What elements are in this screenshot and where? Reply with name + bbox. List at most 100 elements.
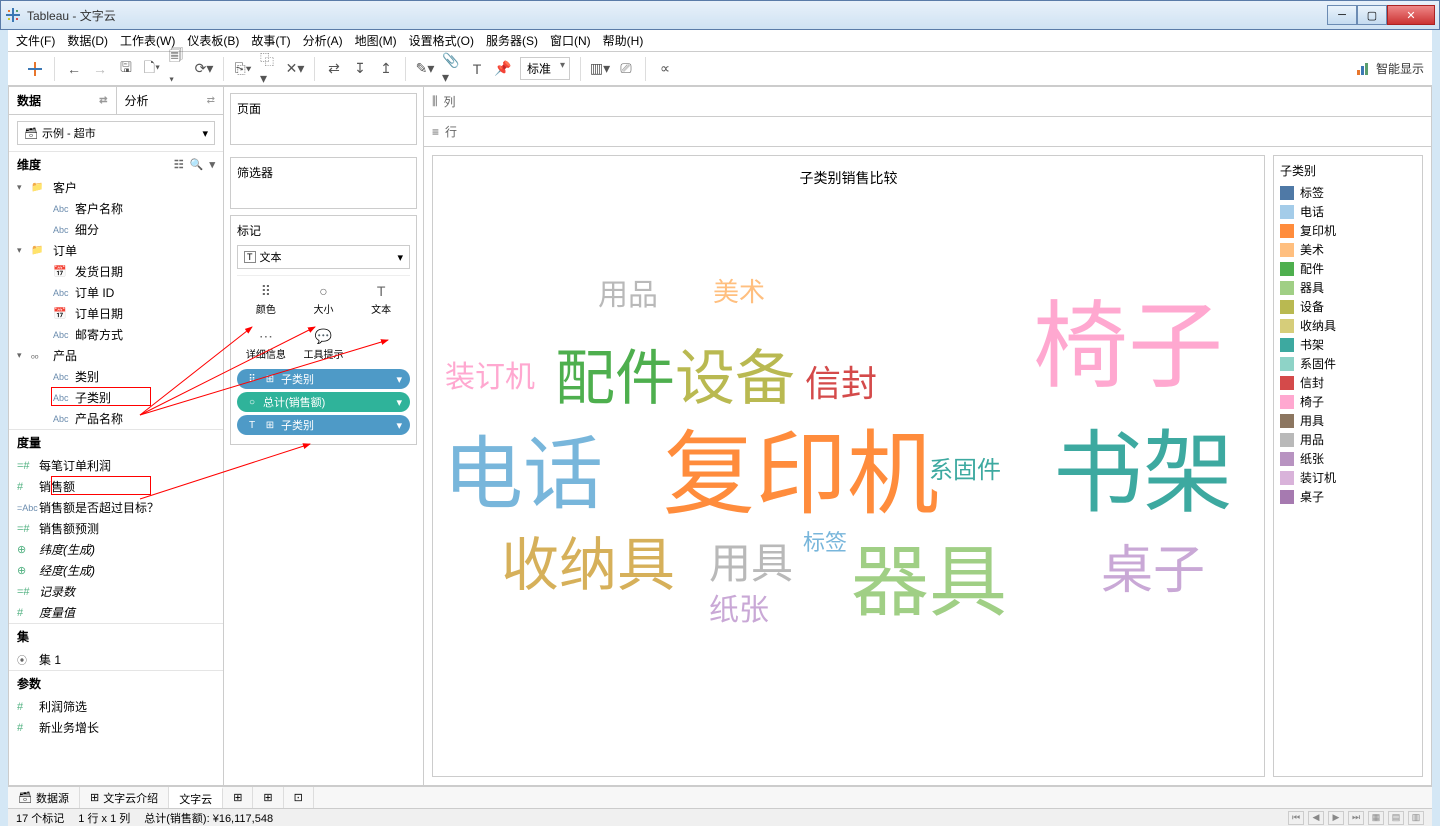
nav-next-icon[interactable]: ▶ [1328, 811, 1344, 825]
field-item[interactable]: #度量值 [9, 602, 223, 623]
menu-item[interactable]: 设置格式(O) [409, 32, 474, 49]
columns-shelf[interactable]: ⫼列 [424, 87, 1431, 117]
datasource-selector[interactable]: 🗃 示例 - 超市 [17, 121, 215, 145]
undo-icon[interactable]: ← [65, 60, 83, 78]
presentation-icon[interactable]: ⎚ [617, 60, 635, 78]
field-item[interactable]: Abc邮寄方式 [9, 324, 223, 345]
close-button[interactable]: ✕ [1387, 5, 1435, 25]
marks-pill[interactable]: ⠿⊞子类别▾ [237, 369, 410, 389]
menu-item[interactable]: 服务器(S) [486, 32, 538, 49]
field-item[interactable]: ⦿集 1 [9, 649, 223, 670]
group-icon[interactable]: 📎▾ [442, 60, 460, 78]
sheet-tab[interactable]: 文字云 [169, 787, 223, 808]
show-cards-icon[interactable]: ▥▾ [591, 60, 609, 78]
word[interactable]: 纸张 [709, 585, 769, 629]
field-item[interactable]: 📅发货日期 [9, 261, 223, 282]
nav-prev-icon[interactable]: ◀ [1308, 811, 1324, 825]
word[interactable]: 用具 [709, 530, 793, 591]
legend-item[interactable]: 系固件 [1280, 354, 1416, 373]
swap-icon[interactable]: ⇄ [325, 60, 343, 78]
menu-item[interactable]: 窗口(N) [550, 32, 591, 49]
legend-item[interactable]: 电话 [1280, 202, 1416, 221]
menu-item[interactable]: 工作表(W) [120, 32, 175, 49]
refresh-icon[interactable]: ⟳▾ [195, 60, 213, 78]
mark-type-selector[interactable]: T 文本 [237, 245, 410, 269]
share-icon[interactable]: ∝ [656, 60, 674, 78]
field-item[interactable]: #销售额 [9, 476, 223, 497]
menu-item[interactable]: 故事(T) [251, 32, 290, 49]
field-item[interactable]: Abc子类别 [9, 387, 223, 408]
field-item[interactable]: Abc类别 [9, 366, 223, 387]
field-item[interactable]: ▾📁客户 [9, 177, 223, 198]
legend-item[interactable]: 收纳具 [1280, 316, 1416, 335]
marks-pill[interactable]: T⊞子类别▾ [237, 415, 410, 435]
field-item[interactable]: ⊕纬度(生成) [9, 539, 223, 560]
legend-item[interactable]: 用具 [1280, 411, 1416, 430]
filters-shelf[interactable]: 筛选器 [230, 157, 417, 209]
sheet-tab[interactable]: ⊞文字云介绍 [80, 787, 169, 808]
legend-item[interactable]: 信封 [1280, 373, 1416, 392]
legend-item[interactable]: 桌子 [1280, 487, 1416, 506]
clear-icon[interactable]: ✕▾ [286, 60, 304, 78]
word[interactable]: 椅子 [1033, 270, 1223, 407]
legend-item[interactable]: 椅子 [1280, 392, 1416, 411]
marks-pill[interactable]: ○总计(销售额)▾ [237, 392, 410, 412]
field-item[interactable]: #利润筛选 [9, 696, 223, 717]
menu-icon[interactable]: ▾ [209, 158, 215, 171]
view-icon[interactable]: ☷ [174, 158, 184, 171]
menu-item[interactable]: 地图(M) [355, 32, 397, 49]
field-item[interactable]: 📅订单日期 [9, 303, 223, 324]
new-datasource-icon[interactable]: 🗋▾ [143, 60, 161, 78]
field-item[interactable]: ⊕经度(生成) [9, 560, 223, 581]
word[interactable]: 电话 [443, 410, 603, 526]
view-filmstrip-icon[interactable]: ▦ [1368, 811, 1384, 825]
sort-asc-icon[interactable]: ↧ [351, 60, 369, 78]
new-dashboard-tab[interactable]: ⊞ [253, 787, 283, 808]
legend-item[interactable]: 书架 [1280, 335, 1416, 354]
marks-详细信息[interactable]: ⋯详细信息 [237, 321, 295, 366]
legend-item[interactable]: 美术 [1280, 240, 1416, 259]
duplicate-icon[interactable]: ⿻▾ [260, 60, 278, 78]
fit-dropdown[interactable]: 标准 [520, 57, 570, 80]
word[interactable]: 复印机 [663, 400, 939, 533]
view-tabs-icon[interactable]: ▤ [1388, 811, 1404, 825]
word[interactable]: 美术 [713, 272, 765, 309]
nav-last-icon[interactable]: ⏭ [1348, 811, 1364, 825]
viz-title[interactable]: 子类别销售比较 [433, 156, 1264, 200]
field-item[interactable]: Abc订单 ID [9, 282, 223, 303]
search-icon[interactable]: 🔍 [190, 158, 204, 171]
tableau-logo-icon[interactable] [26, 60, 44, 78]
word[interactable]: 器具 [851, 520, 1007, 632]
field-item[interactable]: Abc客户名称 [9, 198, 223, 219]
save-icon[interactable]: 🖫 [117, 60, 135, 78]
word[interactable]: 桌子 [1101, 528, 1205, 603]
field-item[interactable]: ▾ₒₒ产品 [9, 345, 223, 366]
menu-item[interactable]: 帮助(H) [603, 32, 644, 49]
datasource-tab[interactable]: 🗃数据源 [8, 787, 80, 808]
legend-item[interactable]: 设备 [1280, 297, 1416, 316]
new-worksheet-icon[interactable]: ⎘▾ [234, 60, 252, 78]
word[interactable]: 收纳具 [501, 518, 675, 602]
label-icon[interactable]: T [468, 60, 486, 78]
view-sheets-icon[interactable]: ▥ [1408, 811, 1424, 825]
field-item[interactable]: Abc产品名称 [9, 408, 223, 429]
pages-shelf[interactable]: 页面 [230, 93, 417, 145]
marks-颜色[interactable]: ⠿颜色 [237, 276, 295, 321]
tab-analytics[interactable]: 分析⇄ [117, 87, 224, 114]
rows-shelf[interactable]: ≡行 [424, 117, 1431, 147]
menu-item[interactable]: 分析(A) [303, 32, 343, 49]
menu-item[interactable]: 文件(F) [16, 32, 55, 49]
field-item[interactable]: #新业务增长 [9, 717, 223, 738]
field-item[interactable]: =#销售额预测 [9, 518, 223, 539]
redo-icon[interactable]: → [91, 60, 109, 78]
legend-item[interactable]: 复印机 [1280, 221, 1416, 240]
field-item[interactable]: =Abc销售额是否超过目标？ [9, 497, 223, 518]
maximize-button[interactable]: ▢ [1357, 5, 1387, 25]
highlight-icon[interactable]: ✎▾ [416, 60, 434, 78]
word[interactable]: 书架 [1053, 400, 1233, 530]
marks-文本[interactable]: T文本 [352, 276, 410, 321]
new-story-tab[interactable]: ⊡ [284, 787, 314, 808]
word[interactable]: 装订机 [445, 352, 535, 396]
legend-item[interactable]: 器具 [1280, 278, 1416, 297]
field-item[interactable]: =#记录数 [9, 581, 223, 602]
